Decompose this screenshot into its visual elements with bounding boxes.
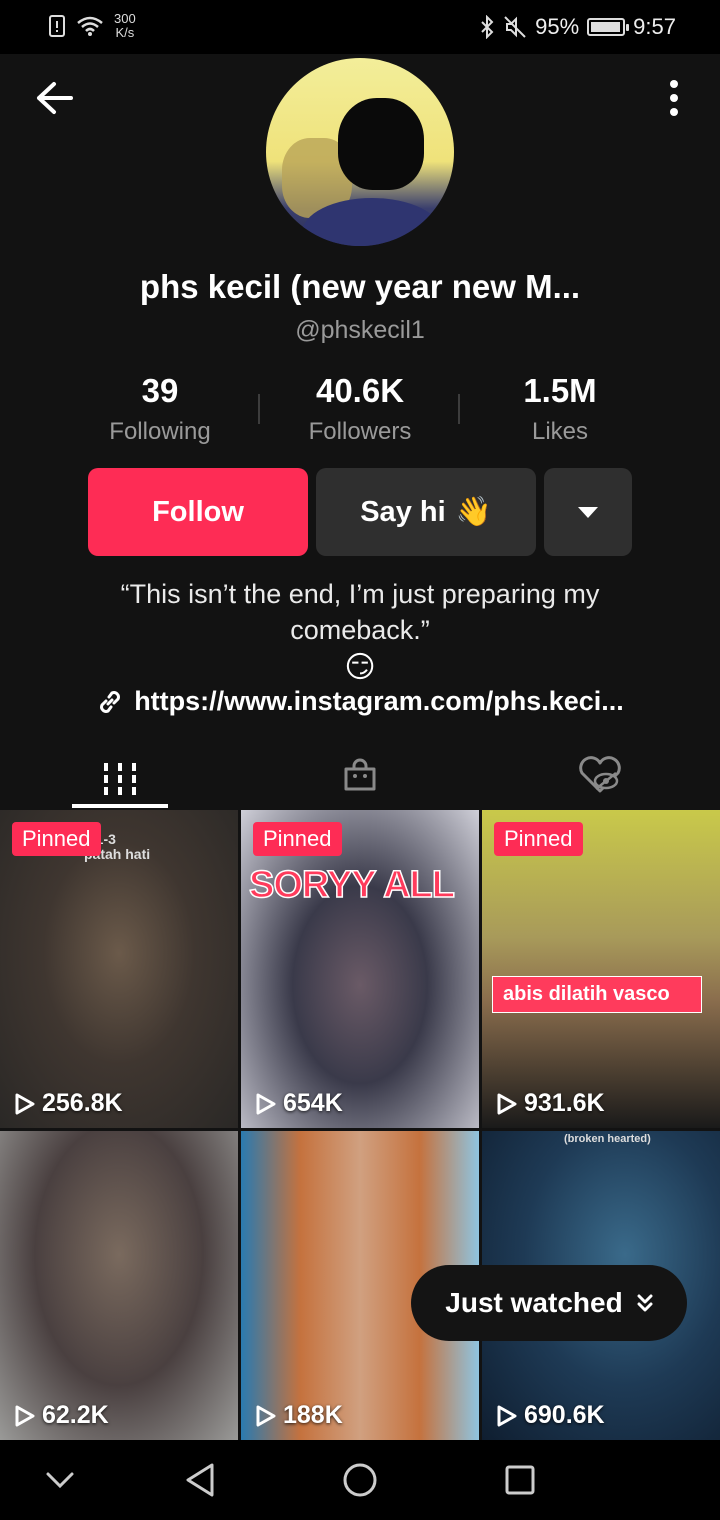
just-watched-button[interactable]: Just watched xyxy=(411,1265,687,1341)
video-thumbnail xyxy=(241,810,479,1128)
clock: 9:57 xyxy=(633,14,676,39)
play-icon xyxy=(256,1405,276,1426)
just-watched-label: Just watched xyxy=(445,1287,623,1318)
double-chevron-down-icon xyxy=(637,1294,653,1312)
video-overlay-text: (broken hearted) xyxy=(564,1133,651,1145)
avatar-shape xyxy=(338,98,424,190)
play-icon xyxy=(15,1093,35,1114)
view-count: 690.6K xyxy=(496,1401,605,1430)
stat-label: Followers xyxy=(308,418,412,445)
play-icon xyxy=(15,1405,35,1426)
circle-home-icon xyxy=(343,1463,377,1497)
stat-label: Following xyxy=(109,418,211,445)
play-icon xyxy=(497,1405,517,1426)
nav-back-button[interactable] xyxy=(178,1458,222,1502)
content-tabs xyxy=(0,740,720,810)
video-thumbnail xyxy=(482,810,720,1128)
view-count-value: 690.6K xyxy=(524,1401,605,1429)
bio-text: “This isn’t the end, I’m just preparing … xyxy=(120,579,600,645)
stat-following[interactable]: 39 Following xyxy=(60,372,260,446)
stat-label: Likes xyxy=(531,418,589,445)
profile-actions: Follow Say hi 👋 xyxy=(88,468,632,556)
follow-button[interactable]: Follow xyxy=(88,468,308,556)
view-count-value: 654K xyxy=(283,1089,343,1117)
view-count-value: 931.6K xyxy=(524,1089,605,1117)
battery-icon xyxy=(587,18,630,36)
stat-followers[interactable]: 40.6K Followers xyxy=(260,372,460,446)
triangle-back-icon xyxy=(186,1463,214,1497)
play-icon xyxy=(497,1093,517,1114)
sim-alert-icon xyxy=(49,15,65,37)
liked-hidden-icon xyxy=(579,756,621,793)
say-hi-button[interactable]: Say hi 👋 xyxy=(316,468,536,556)
waving-hand-icon: 👋 xyxy=(455,496,492,528)
avatar[interactable] xyxy=(266,58,454,246)
more-dot-icon xyxy=(670,94,678,102)
system-nav-bar xyxy=(0,1440,720,1520)
link-url: https://www.instagram.com/phs.keci... xyxy=(134,686,624,716)
chevron-down-icon xyxy=(46,1472,74,1489)
view-count-value: 188K xyxy=(283,1401,343,1429)
follow-button-label: Follow xyxy=(152,495,244,528)
video-tile[interactable]: 62.2K xyxy=(0,1131,238,1440)
bluetooth-icon xyxy=(481,15,494,39)
nav-home-button[interactable] xyxy=(338,1458,382,1502)
network-speed: 300 K/s xyxy=(114,12,136,40)
display-name: phs kecil (new year new M... xyxy=(139,268,581,305)
shop-bag-icon xyxy=(344,758,376,791)
wifi-icon xyxy=(77,16,103,36)
battery-percent: 95% xyxy=(535,14,580,39)
network-speed-unit: K/s xyxy=(115,25,135,40)
more-options-button[interactable] xyxy=(664,76,684,120)
battery-fill xyxy=(591,22,620,32)
view-count-value: 256.8K xyxy=(42,1089,123,1117)
pinned-badge: Pinned xyxy=(12,822,101,856)
tab-active-indicator xyxy=(72,804,168,808)
view-count: 256.8K xyxy=(14,1089,123,1118)
username-handle: @phskecil1 xyxy=(295,316,425,344)
pinned-badge: Pinned xyxy=(494,822,583,856)
view-count: 62.2K xyxy=(14,1401,109,1430)
nav-collapse-button[interactable] xyxy=(38,1458,82,1502)
profile-stats: 39 Following 40.6K Followers 1.5M Likes xyxy=(60,372,660,446)
suggested-accounts-button[interactable] xyxy=(544,468,632,556)
stat-likes[interactable]: 1.5M Likes xyxy=(460,372,660,446)
more-dot-icon xyxy=(670,80,678,88)
bio-emoji: 😏 xyxy=(344,651,376,684)
video-tile[interactable]: SORYY ALL Pinned 654K xyxy=(241,810,479,1128)
status-left: 300 K/s xyxy=(48,12,136,40)
videos-grid-icon xyxy=(104,763,136,795)
back-arrow-icon xyxy=(37,82,73,114)
pinned-badge: Pinned xyxy=(253,822,342,856)
link-icon xyxy=(100,690,121,713)
video-tile[interactable]: y 1-3 patah hati Pinned 256.8K xyxy=(0,810,238,1128)
square-recents-icon xyxy=(505,1465,535,1495)
video-thumbnail xyxy=(0,1131,238,1440)
view-count: 188K xyxy=(255,1401,343,1430)
tab-videos[interactable] xyxy=(72,740,168,810)
network-speed-value: 300 xyxy=(114,11,136,26)
tab-shop[interactable] xyxy=(312,740,408,810)
status-bar: 300 K/s 95% 9:57 xyxy=(0,0,720,54)
view-count-value: 62.2K xyxy=(42,1401,109,1429)
stat-value: 39 xyxy=(141,372,179,409)
mute-icon xyxy=(504,16,526,38)
video-overlay-text: SORYY ALL xyxy=(248,863,455,907)
view-count: 654K xyxy=(255,1089,343,1118)
nav-recents-button[interactable] xyxy=(498,1458,542,1502)
video-tile[interactable]: abis dilatih vasco Pinned 931.6K xyxy=(482,810,720,1128)
video-overlay-text: abis dilatih vasco xyxy=(492,976,702,1013)
status-right: 95% 9:57 xyxy=(479,14,676,40)
bio-link[interactable]: https://www.instagram.com/phs.keci... xyxy=(0,686,720,717)
say-hi-label: Say hi xyxy=(360,495,446,528)
video-grid: y 1-3 patah hati Pinned 256.8K SORYY ALL… xyxy=(0,810,720,1440)
stat-value: 40.6K xyxy=(315,372,405,409)
tab-liked[interactable] xyxy=(552,740,648,810)
more-dot-icon xyxy=(670,108,678,116)
caret-down-icon xyxy=(578,506,598,518)
back-button[interactable] xyxy=(30,74,78,122)
view-count: 931.6K xyxy=(496,1089,605,1118)
stat-value: 1.5M xyxy=(523,372,597,409)
play-icon xyxy=(256,1093,276,1114)
